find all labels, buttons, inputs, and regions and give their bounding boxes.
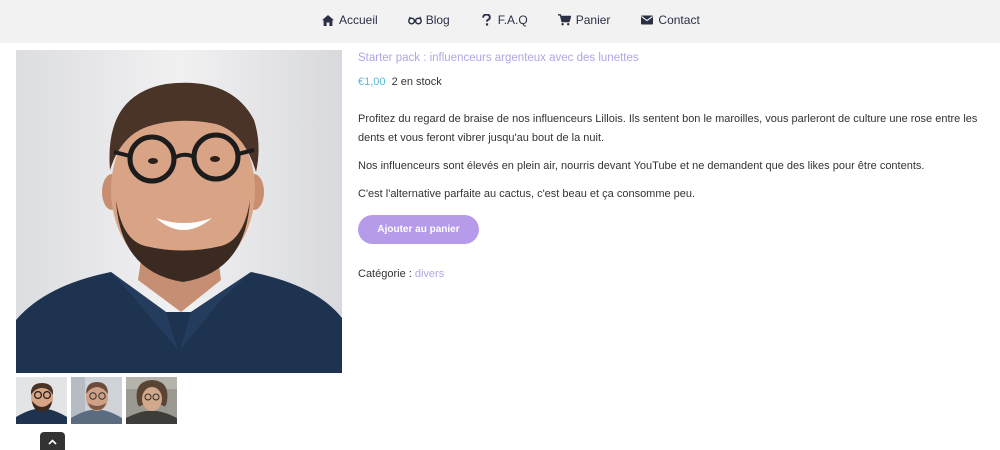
question-icon [480,13,494,27]
price-row: €1,00 2 en stock [358,75,988,89]
top-navigation: Accueil Blog F.A.Q Panier Contact [0,0,1000,43]
product-description: Profitez du regard de braise de nos infl… [358,110,988,204]
category-link[interactable]: divers [415,268,444,280]
add-to-cart-button[interactable]: Ajouter au panier [358,215,479,244]
stock-status: 2 en stock [391,76,442,88]
nav-item-label: F.A.Q [497,13,528,27]
thumbnail-2[interactable] [71,377,122,424]
nav-item-label: Panier [575,13,611,27]
product-title: Starter pack : influenceurs argenteux av… [358,52,639,64]
product-main-image[interactable] [16,50,342,373]
description-paragraph: Profitez du regard de braise de nos infl… [358,113,978,144]
nav-item-blog[interactable]: Blog [407,13,450,27]
thumbnail-3[interactable] [126,377,177,424]
product-price: €1,00 [358,76,386,88]
nav-item-label: Accueil [339,13,378,27]
product-summary: Starter pack : influenceurs argenteux av… [358,51,988,281]
back-to-top-button[interactable] [40,432,65,450]
nav-item-label: Contact [658,13,700,27]
nav-item-faq[interactable]: F.A.Q [480,13,528,27]
nav-item-accueil[interactable]: Accueil [321,13,378,27]
chevron-up-icon [48,432,57,450]
product-category: Catégorie : divers [358,267,988,281]
thumbnail-gallery [16,377,181,424]
nav-list: Accueil Blog F.A.Q Panier Contact [321,13,700,27]
description-paragraph: C'est l'alternative parfaite au cactus, … [358,188,696,200]
glasses-icon [407,13,422,27]
nav-item-contact[interactable]: Contact [640,13,700,27]
description-paragraph: Nos influenceurs sont élevés en plein ai… [358,160,925,172]
nav-item-label: Blog [425,13,450,27]
thumbnail-1[interactable] [16,377,67,424]
cart-icon [558,13,572,27]
home-icon [321,13,335,27]
envelope-icon [640,13,654,27]
nav-item-panier[interactable]: Panier [558,13,611,27]
category-label: Catégorie : [358,268,412,280]
